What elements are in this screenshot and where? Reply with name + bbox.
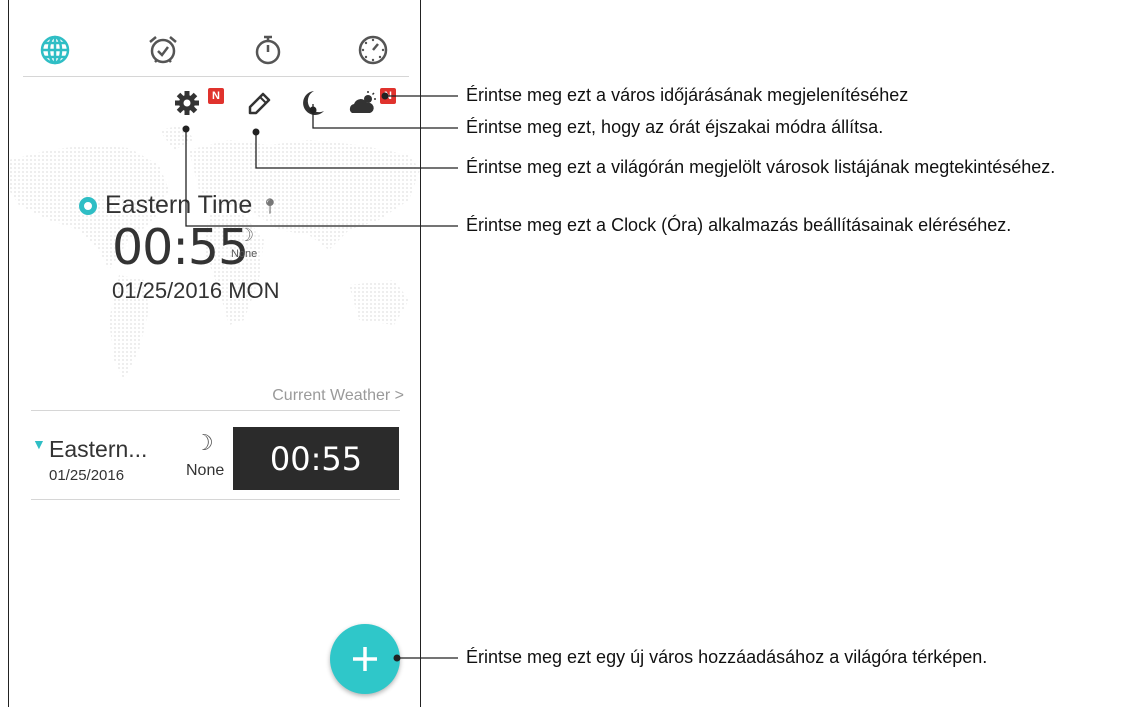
callout-night-mode: Érintse meg ezt, hogy az órát éjszakai m…: [466, 117, 884, 137]
tab-stopwatch[interactable]: [248, 30, 288, 70]
callout-settings: Érintse meg ezt a Clock (Óra) alkalmazás…: [466, 215, 1012, 235]
plus-icon: [353, 647, 377, 671]
clock-app-screen: N N Eastern Time 📍︎ 00:55 ☽ None 01/25/2…: [8, 0, 421, 707]
location-dot-icon: [79, 196, 97, 215]
alarm-clock-icon: [149, 36, 177, 64]
add-city-button[interactable]: [330, 624, 400, 694]
city-pin-icon: ▼: [32, 436, 46, 452]
city-time-tile: 00:55: [233, 427, 399, 490]
current-weather-link[interactable]: Current Weather >: [272, 387, 404, 405]
city-name: Eastern...: [49, 436, 148, 462]
stopwatch-icon: [255, 35, 281, 65]
tab-bar: [23, 10, 409, 77]
callout-weather: Érintse meg ezt a város időjárásának meg…: [466, 85, 909, 105]
main-date: 01/25/2016 MON: [112, 278, 280, 303]
city-moon-icon: ☽: [194, 430, 214, 455]
settings-new-badge: N: [208, 88, 224, 104]
globe-icon: [40, 35, 70, 65]
city-dst-label: None: [186, 462, 225, 479]
tab-alarm[interactable]: [143, 30, 183, 70]
tab-world-clock[interactable]: [35, 30, 75, 70]
weather-new-badge: N: [380, 88, 396, 104]
timezone-name: Eastern Time: [105, 191, 253, 219]
callout-add-city: Érintse meg ezt egy új város hozzáadásáh…: [466, 647, 988, 667]
city-date: 01/25/2016: [49, 467, 125, 484]
dst-moon-icon: ☽: [238, 225, 255, 245]
timezone-header[interactable]: Eastern Time 📍︎: [79, 191, 279, 220]
tab-timer[interactable]: [353, 30, 393, 70]
callout-edit-list: Érintse meg ezt a világórán megjelölt vá…: [466, 157, 1056, 177]
main-time: 00:55: [112, 219, 249, 276]
location-pin-icon: 📍︎: [260, 197, 280, 215]
timer-icon: [358, 35, 388, 65]
divider: [31, 499, 400, 500]
dst-label: None: [231, 248, 258, 260]
divider: [31, 410, 400, 411]
